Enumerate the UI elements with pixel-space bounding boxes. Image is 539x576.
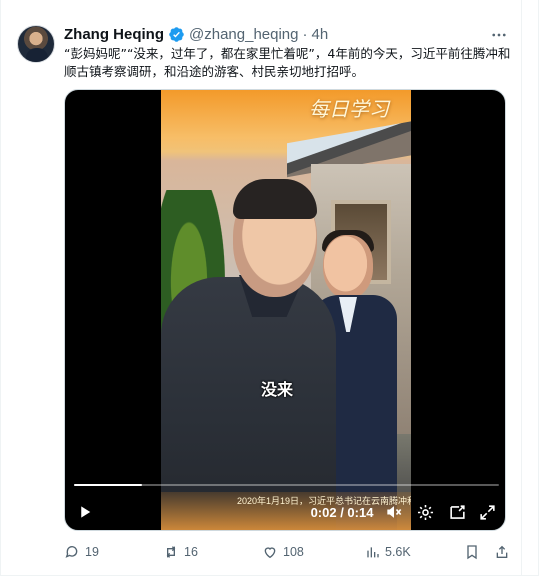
video-frame[interactable]: 每日学习 没来 2020年1月19日，习近平总书记在云南腾冲和顺古镇 (161, 90, 411, 530)
heart-icon (264, 547, 276, 559)
reply-icon (65, 546, 78, 558)
views-count: 5.6K (385, 545, 411, 559)
pip-icon (449, 504, 465, 519)
tweet-header: Zhang Heqing @zhang_heqing · 4h (64, 24, 328, 44)
repost-button[interactable]: 16 (163, 542, 198, 562)
play-icon (81, 506, 91, 518)
views-button[interactable]: 5.6K (364, 542, 411, 562)
play-button[interactable] (73, 500, 97, 524)
views-chart-icon (367, 547, 379, 558)
author-handle[interactable]: @zhang_heqing (189, 26, 298, 43)
video-progress-fill (74, 484, 142, 486)
foreground-man-figure (161, 179, 336, 530)
fullscreen-button[interactable] (476, 500, 498, 524)
like-count: 108 (283, 545, 304, 559)
like-button[interactable]: 108 (262, 542, 304, 562)
more-horizontal-icon (492, 33, 506, 37)
reply-count: 19 (85, 545, 99, 559)
bookmark-button[interactable] (464, 542, 480, 562)
author-avatar[interactable] (17, 25, 55, 63)
tweet-text: “彭妈妈呢”“没来，过年了，都在家里忙着呢”，4年前的今天，习近平前往腾冲和顺古… (64, 46, 511, 79)
fullscreen-icon (479, 504, 495, 520)
tweet-timestamp[interactable]: 4h (311, 26, 328, 43)
brand-watermark: 每日学习 (309, 97, 389, 121)
picture-in-picture-button[interactable] (446, 500, 468, 524)
more-options-button[interactable] (487, 25, 511, 45)
settings-button[interactable] (414, 500, 436, 524)
share-button[interactable] (494, 542, 510, 562)
video-time-display: 0:02 / 0:14 (310, 504, 374, 520)
tweet-actions: 19 16 108 5.6K (64, 542, 512, 562)
mute-button[interactable] (383, 500, 405, 524)
share-icon (496, 545, 508, 558)
header-separator: · (302, 25, 308, 43)
reply-button[interactable]: 19 (64, 542, 99, 562)
gear-icon (417, 504, 433, 520)
video-player[interactable]: 每日学习 没来 2020年1月19日，习近平总书记在云南腾冲和顺古镇 0:02 … (64, 89, 506, 531)
repost-count: 16 (184, 545, 198, 559)
video-progress-bar[interactable] (74, 484, 499, 486)
volume-muted-icon (387, 506, 402, 518)
foreground-man-hair (233, 179, 317, 219)
repost-icon (166, 546, 176, 558)
verified-badge-icon[interactable] (168, 26, 185, 43)
video-subtitle: 没来 (261, 380, 294, 399)
author-name[interactable]: Zhang Heqing (64, 26, 164, 43)
bookmark-icon (467, 545, 477, 560)
timeline-right-border (521, 0, 522, 576)
